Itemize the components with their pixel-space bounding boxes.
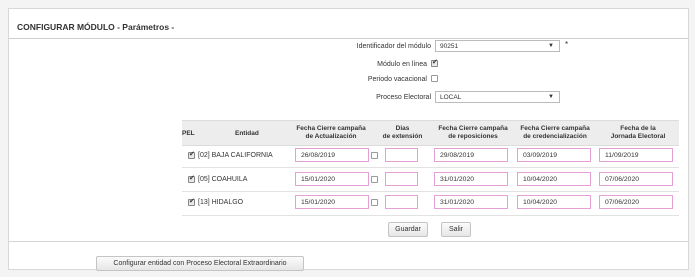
actualizacion-field-row2[interactable]: 15/01/2020 bbox=[295, 172, 369, 186]
jornada-field-row2[interactable]: 07/06/2020 bbox=[599, 172, 673, 186]
header-actualizacion-line1: Fecha Cierre campaña bbox=[296, 125, 366, 132]
row-divider bbox=[182, 215, 679, 216]
guardar-button[interactable]: Guardar bbox=[388, 222, 428, 237]
header-jornada-line1: Fecha de la bbox=[620, 125, 656, 132]
entidad-row2: [05] COAHUILA bbox=[198, 176, 248, 183]
header-credencializacion: Fecha Cierre campaña de credencializació… bbox=[512, 125, 598, 140]
identificador-value: 90251 bbox=[440, 43, 459, 50]
credencializacion-field-row2[interactable]: 10/04/2020 bbox=[517, 172, 591, 186]
header-credencializacion-line2: de credencialización bbox=[523, 132, 587, 140]
section-divider bbox=[9, 241, 688, 242]
modulo-en-linea-checkbox[interactable] bbox=[431, 58, 438, 67]
header-jornada-line2: Jornada Electoral bbox=[610, 132, 666, 140]
reposiciones-field-row1[interactable]: 29/08/2019 bbox=[434, 148, 508, 162]
header-pel: PEL bbox=[182, 130, 195, 137]
periodo-vacacional-checkbox[interactable] bbox=[431, 75, 438, 82]
dias-field-row1[interactable] bbox=[385, 148, 418, 162]
header-reposiciones: Fecha Cierre campaña de reposiciones bbox=[430, 125, 516, 140]
entidad-row1: [02] BAJA CALIFORNIA bbox=[198, 152, 273, 159]
configurar-extraordinario-button[interactable]: Configurar entidad con Proceso Electoral… bbox=[96, 256, 304, 271]
periodo-vacacional-label: Periodo vacacional bbox=[367, 76, 427, 83]
header-actualizacion: Fecha Cierre campaña de Actualización bbox=[285, 125, 377, 140]
modulo-en-linea-label: Módulo en línea bbox=[377, 61, 427, 68]
header-dias-line1: Dias bbox=[395, 125, 410, 132]
required-mark: * bbox=[565, 40, 569, 49]
reposiciones-field-row3[interactable]: 31/01/2020 bbox=[434, 195, 508, 209]
identificador-select[interactable]: 90251 ▼ bbox=[435, 40, 560, 52]
header-actualizacion-line2: de Actualización bbox=[305, 132, 357, 140]
jornada-field-row3[interactable]: 07/06/2020 bbox=[599, 195, 673, 209]
config-panel: CONFIGURAR MÓDULO - Parámetros - Identif… bbox=[8, 8, 689, 271]
dias-checkbox-row1[interactable] bbox=[371, 152, 378, 159]
dias-field-row3[interactable] bbox=[385, 195, 418, 209]
jornada-field-row1[interactable]: 11/09/2019 bbox=[599, 148, 673, 162]
proceso-electoral-label: Proceso Electoral bbox=[376, 94, 431, 101]
entidad-row3: [13] HIDALGO bbox=[198, 199, 244, 206]
dias-checkbox-row3[interactable] bbox=[371, 199, 378, 206]
header-reposiciones-line2: de reposiciones bbox=[448, 132, 498, 140]
title-divider bbox=[9, 38, 688, 39]
credencializacion-field-row3[interactable]: 10/04/2020 bbox=[517, 195, 591, 209]
proceso-electoral-value: LOCAL bbox=[440, 94, 462, 101]
page-title: CONFIGURAR MÓDULO - Parámetros - bbox=[17, 22, 175, 32]
pel-checkbox-row3[interactable] bbox=[188, 197, 195, 206]
header-dias-line2: de extensión bbox=[382, 132, 423, 140]
actualizacion-field-row1[interactable]: 26/08/2019 bbox=[295, 148, 369, 162]
chevron-down-icon: ▼ bbox=[548, 43, 554, 49]
dias-field-row2[interactable] bbox=[385, 172, 418, 186]
header-dias: Dias de extensión bbox=[374, 125, 431, 140]
actualizacion-field-row3[interactable]: 15/01/2020 bbox=[295, 195, 369, 209]
header-jornada: Fecha de la Jornada Electoral bbox=[598, 125, 678, 140]
pel-checkbox-row1[interactable] bbox=[188, 150, 195, 159]
dias-checkbox-row2[interactable] bbox=[371, 176, 378, 183]
credencializacion-field-row1[interactable]: 03/09/2019 bbox=[517, 148, 591, 162]
reposiciones-field-row2[interactable]: 31/01/2020 bbox=[434, 172, 508, 186]
chevron-down-icon: ▼ bbox=[548, 94, 554, 100]
header-entidad: Entidad bbox=[235, 130, 259, 137]
identificador-label: Identificador del módulo bbox=[356, 43, 431, 50]
row-divider bbox=[182, 167, 679, 168]
header-reposiciones-line1: Fecha Cierre campaña bbox=[438, 125, 508, 132]
row-divider bbox=[182, 191, 679, 192]
salir-button[interactable]: Salir bbox=[441, 222, 471, 237]
pel-checkbox-row2[interactable] bbox=[188, 174, 195, 183]
proceso-electoral-select[interactable]: LOCAL ▼ bbox=[435, 91, 560, 103]
header-credencializacion-line1: Fecha Cierre campaña bbox=[520, 125, 590, 132]
